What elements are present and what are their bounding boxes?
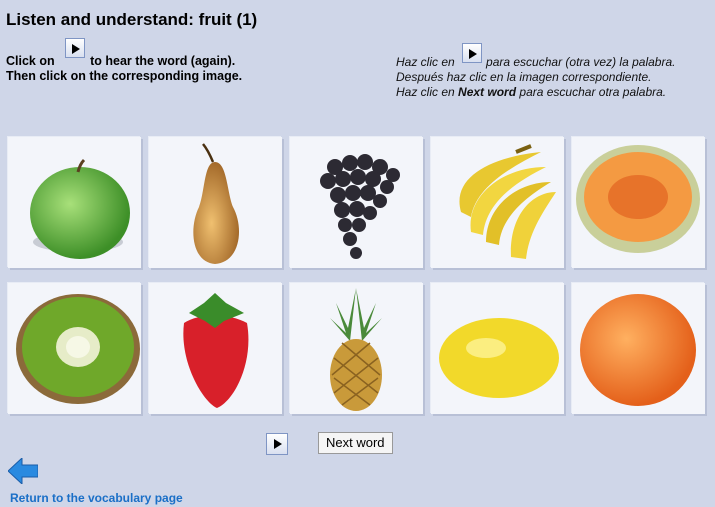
play-icon (469, 49, 477, 59)
instr-es-haz-clic: Haz clic en (396, 55, 455, 69)
bananas-image[interactable] (431, 137, 564, 268)
instr-es-otra: para escuchar otra palabra. (519, 85, 667, 99)
play-button-inline-es[interactable] (462, 43, 482, 63)
instr-then: Then click on the corresponding image. (6, 69, 243, 83)
next-word-button[interactable]: Next word (318, 432, 393, 454)
pear-image[interactable] (149, 137, 282, 268)
orange-image[interactable] (572, 283, 705, 414)
return-to-vocabulary-link[interactable]: Return to the vocabulary page (10, 491, 183, 505)
play-button-inline[interactable] (65, 38, 85, 58)
lemon-image[interactable] (431, 283, 564, 414)
kiwi-image[interactable] (8, 283, 141, 414)
back-arrow-icon[interactable] (8, 458, 38, 484)
instr-hear: to hear the word (again). (90, 54, 236, 68)
strawberry-image[interactable] (149, 283, 282, 414)
grapes-image[interactable] (290, 137, 423, 268)
apple-image[interactable] (8, 137, 141, 268)
instructions-english: Click on to hear the word (again). Then … (6, 38, 243, 84)
play-icon (72, 44, 80, 54)
play-word-button[interactable] (266, 433, 288, 455)
instr-es-escuchar: para escuchar (otra vez) la palabra. (486, 55, 676, 69)
instr-es-next-word: Next word (458, 85, 517, 99)
melon-image[interactable] (572, 137, 705, 268)
pineapple-image[interactable] (290, 283, 423, 414)
instr-es-haz-clic-2: Haz clic en (396, 85, 455, 99)
fruit-grid (8, 137, 707, 414)
instr-es-despues: Después haz clic en la imagen correspond… (396, 70, 652, 84)
instructions-spanish: Haz clic en para escuchar (otra vez) la … (396, 43, 676, 100)
instr-click-on: Click on (6, 54, 55, 68)
page-title: Listen and understand: fruit (1) (6, 10, 258, 29)
play-icon (274, 439, 282, 449)
